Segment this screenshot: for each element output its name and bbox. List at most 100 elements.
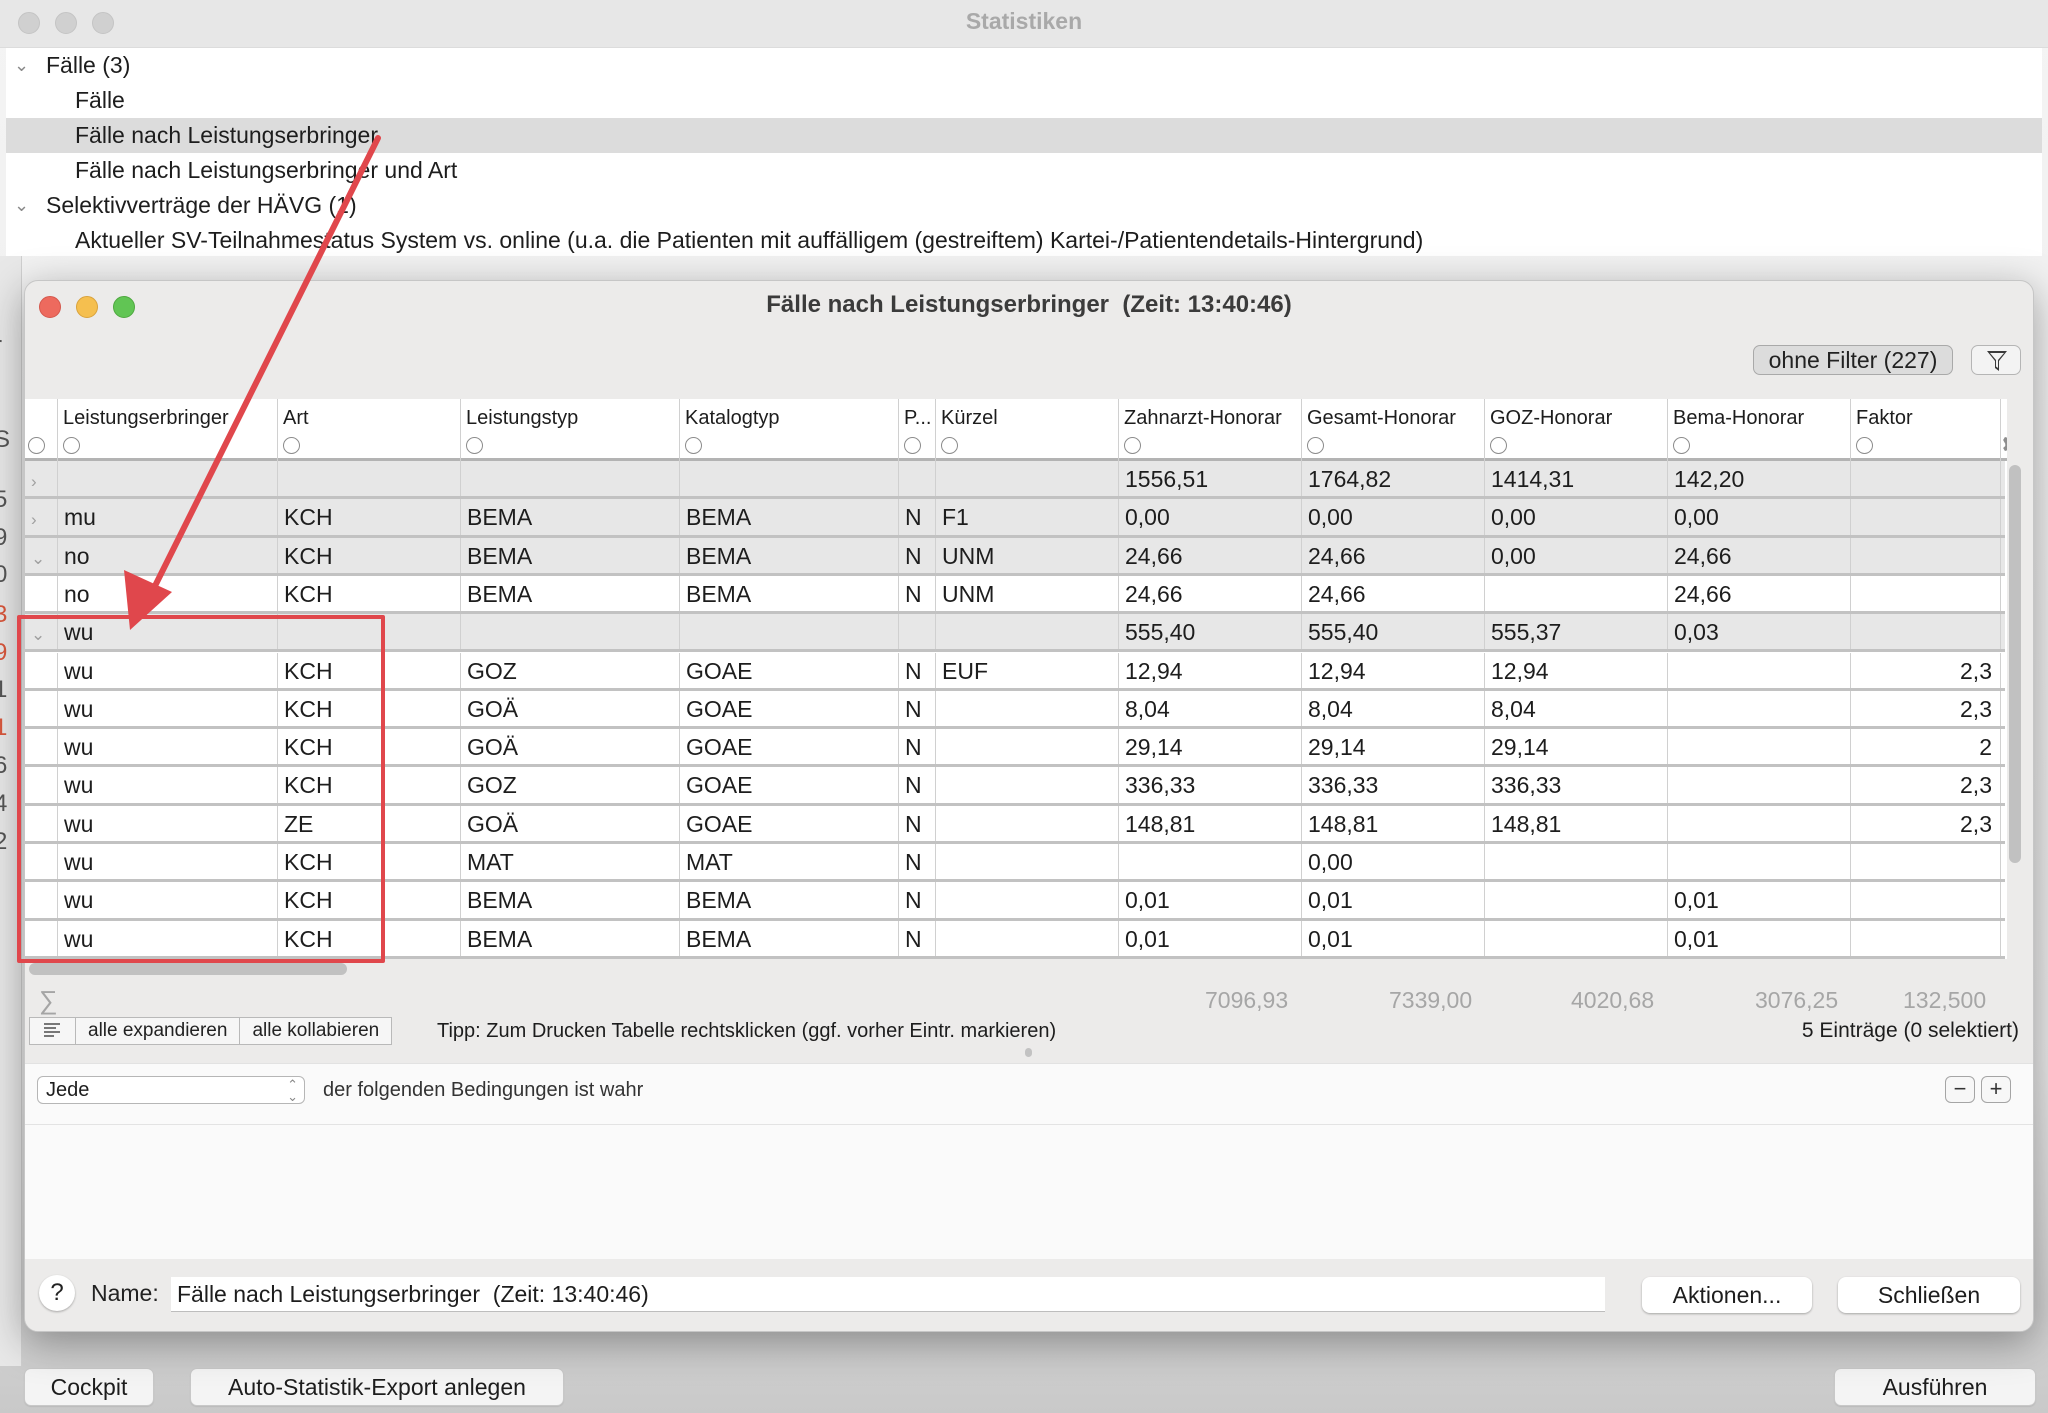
list-options-button[interactable] xyxy=(30,1018,76,1044)
filter-status-button[interactable]: ohne Filter (227) xyxy=(1753,345,1953,375)
cell-p xyxy=(898,614,935,650)
column-header-gesamt-honorar[interactable]: Gesamt-Honorar xyxy=(1301,399,1484,461)
column-filter-radio[interactable] xyxy=(904,437,921,454)
column-header-art[interactable]: Art xyxy=(277,399,460,461)
chevron-right-icon[interactable]: › xyxy=(31,510,37,529)
table-row[interactable]: wu ZE GOÄ GOAE N 148,81 148,81 148,81 2,3 xyxy=(25,805,2005,844)
cell-goz-honorar: 8,04 xyxy=(1484,690,1667,727)
row-expander[interactable]: › xyxy=(25,499,57,534)
column-filter-radio[interactable] xyxy=(466,437,483,454)
row-expander[interactable]: ⌄ xyxy=(25,614,57,649)
cell-p: N xyxy=(898,652,935,688)
dialog-bottom-bar: ? Name: Aktionen... Schließen xyxy=(25,1259,2033,1331)
table-row[interactable]: wu KCH GOZ GOAE N 336,33 336,33 336,33 2,3 xyxy=(25,767,2005,806)
filter-button[interactable] xyxy=(1971,345,2021,375)
auto-statistik-export-button[interactable]: Auto-Statistik-Export anlegen xyxy=(190,1368,564,1406)
actions-button[interactable]: Aktionen... xyxy=(1642,1277,1812,1313)
table-row[interactable]: wu KCH GOÄ GOAE N 8,04 8,04 8,04 2,3 xyxy=(25,690,2005,730)
chevron-right-icon[interactable]: › xyxy=(31,472,37,491)
table-row[interactable]: wu KCH GOÄ GOAE N 29,14 29,14 29,14 2 xyxy=(25,729,2005,768)
tree-label: Selektivverträge der HÄVG (1) xyxy=(46,192,357,218)
chevron-down-icon[interactable]: ⌄ xyxy=(14,48,34,83)
remove-condition-button[interactable]: − xyxy=(1945,1076,1975,1103)
cell-bema-honorar xyxy=(1667,729,1850,765)
cell-kuerzel xyxy=(935,844,1118,880)
column-filter-radio[interactable] xyxy=(63,437,80,454)
column-header-zahnarzt-honorar[interactable]: Zahnarzt-Honorar xyxy=(1118,399,1301,461)
cell-goz-honorar xyxy=(1484,844,1667,880)
table-header: Leistungserbringer Art Leistungstyp Kata… xyxy=(25,399,2007,461)
table-row[interactable]: wu KCH MAT MAT N 0,00 xyxy=(25,844,2005,883)
tree-group-faelle[interactable]: ⌄ Fälle (3) xyxy=(6,48,2042,83)
table-group-row[interactable]: › 1556,51 1764,82 1414,31 142,20 xyxy=(25,461,2005,500)
row-expander[interactable]: › xyxy=(25,461,57,496)
table-row[interactable]: no KCH BEMA BEMA N UNM 24,66 24,66 24,66 xyxy=(25,575,2005,615)
row-expander[interactable]: ⌄ xyxy=(25,538,57,573)
chevron-down-icon[interactable]: ⌄ xyxy=(31,625,45,644)
table-row[interactable]: wu KCH BEMA BEMA N 0,01 0,01 0,01 xyxy=(25,920,2005,959)
tree-group-selektivvertraege[interactable]: ⌄ Selektivverträge der HÄVG (1) xyxy=(6,188,2042,223)
column-filter-radio[interactable] xyxy=(1307,437,1324,454)
cell-goz-honorar xyxy=(1484,882,1667,918)
column-header-p[interactable]: P... xyxy=(898,399,935,461)
expand-all-button[interactable]: alle expandieren xyxy=(76,1018,241,1044)
cell-p: N xyxy=(898,920,935,956)
column-header-katalogtyp[interactable]: Katalogtyp xyxy=(679,399,898,461)
column-label: Kürzel xyxy=(941,407,998,429)
column-filter-radio[interactable] xyxy=(1673,437,1690,454)
column-header-leistungserbringer[interactable]: Leistungserbringer xyxy=(57,399,277,461)
add-condition-button[interactable]: + xyxy=(1981,1076,2011,1103)
cell-katalogtyp: BEMA xyxy=(679,499,898,535)
cell-gesamt-honorar: 0,01 xyxy=(1301,882,1484,918)
chevron-down-icon[interactable]: ⌄ xyxy=(31,549,45,568)
tree-item-sv-teilnahmestatus[interactable]: Aktueller SV-Teilnahmestatus System vs. … xyxy=(6,223,2042,258)
row-expander xyxy=(25,921,57,956)
cell-p: N xyxy=(898,537,935,573)
cockpit-button[interactable]: Cockpit xyxy=(24,1368,154,1406)
column-filter-radio[interactable] xyxy=(1124,437,1141,454)
condition-match-select[interactable]: Jede ⌃ ⌄ xyxy=(37,1076,305,1104)
table-group-row[interactable]: › mu KCH BEMA BEMA N F1 0,00 0,00 0,00 0,00 xyxy=(25,499,2005,538)
vertical-scrollbar[interactable] xyxy=(2009,465,2021,863)
help-button[interactable]: ? xyxy=(39,1275,75,1311)
column-filter-radio[interactable] xyxy=(28,437,45,454)
table-group-row[interactable]: ⌄ wu 555,40 555,40 555,37 0,03 xyxy=(25,614,2005,653)
split-view-handle[interactable] xyxy=(1025,1048,1032,1057)
table-row[interactable]: wu KCH GOZ GOAE N EUF 12,94 12,94 12,94 2,3 xyxy=(25,652,2005,691)
table-row[interactable]: wu KCH BEMA BEMA N 0,01 0,01 0,01 xyxy=(25,882,2005,921)
column-header-goz-honorar[interactable]: GOZ-Honorar xyxy=(1484,399,1667,461)
cell-kuerzel xyxy=(935,767,1118,803)
column-filter-radio[interactable] xyxy=(1856,437,1873,454)
sum-bema-honorar: 3076,25 xyxy=(1755,987,1839,1013)
cell-p: N xyxy=(898,844,935,880)
column-filter-radio[interactable] xyxy=(1490,437,1507,454)
tree-item-faelle-nach-leistungserbringer-und-art[interactable]: Fälle nach Leistungserbringer und Art xyxy=(6,153,2042,188)
column-header-bema-honorar[interactable]: Bema-Honorar xyxy=(1667,399,1850,461)
divider xyxy=(25,1124,2033,1125)
column-filter-radio[interactable] xyxy=(685,437,702,454)
cell-goz-honorar: 29,14 xyxy=(1484,729,1667,765)
column-header-kuerzel[interactable]: Kürzel xyxy=(935,399,1118,461)
horizontal-scrollbar[interactable] xyxy=(29,963,347,975)
cell-f xyxy=(2000,537,2007,573)
column-header-faktor[interactable]: Faktor xyxy=(1850,399,2000,461)
cell-zahnarzt-honorar: 555,40 xyxy=(1118,614,1301,650)
report-dialog: Fälle nach Leistungserbringer (Zeit: 13:… xyxy=(24,280,2034,1332)
column-header-leistungstyp[interactable]: Leistungstyp xyxy=(460,399,679,461)
tree-item-faelle-nach-leistungserbringer[interactable]: Fälle nach Leistungserbringer xyxy=(6,118,2042,153)
cell-bema-honorar xyxy=(1667,844,1850,880)
column-filter-radio[interactable] xyxy=(941,437,958,454)
close-button[interactable]: Schließen xyxy=(1838,1277,2020,1313)
row-expander xyxy=(25,882,57,917)
chevron-down-icon[interactable]: ⌄ xyxy=(14,188,34,223)
cell-katalogtyp xyxy=(679,461,898,497)
column-settings-button[interactable] xyxy=(2001,433,2007,457)
tree-item-faelle[interactable]: Fälle xyxy=(6,83,2042,118)
name-field[interactable] xyxy=(171,1277,1605,1312)
ausfuehren-button[interactable]: Ausführen xyxy=(1834,1368,2036,1406)
cell-zahnarzt-honorar: 24,66 xyxy=(1118,575,1301,612)
table-group-row[interactable]: ⌄ no KCH BEMA BEMA N UNM 24,66 24,66 0,00 24,66 xyxy=(25,537,2007,576)
column-filter-radio[interactable] xyxy=(283,437,300,454)
collapse-all-button[interactable]: alle kollabieren xyxy=(240,1018,391,1044)
cell-katalogtyp: GOAE xyxy=(679,729,898,765)
